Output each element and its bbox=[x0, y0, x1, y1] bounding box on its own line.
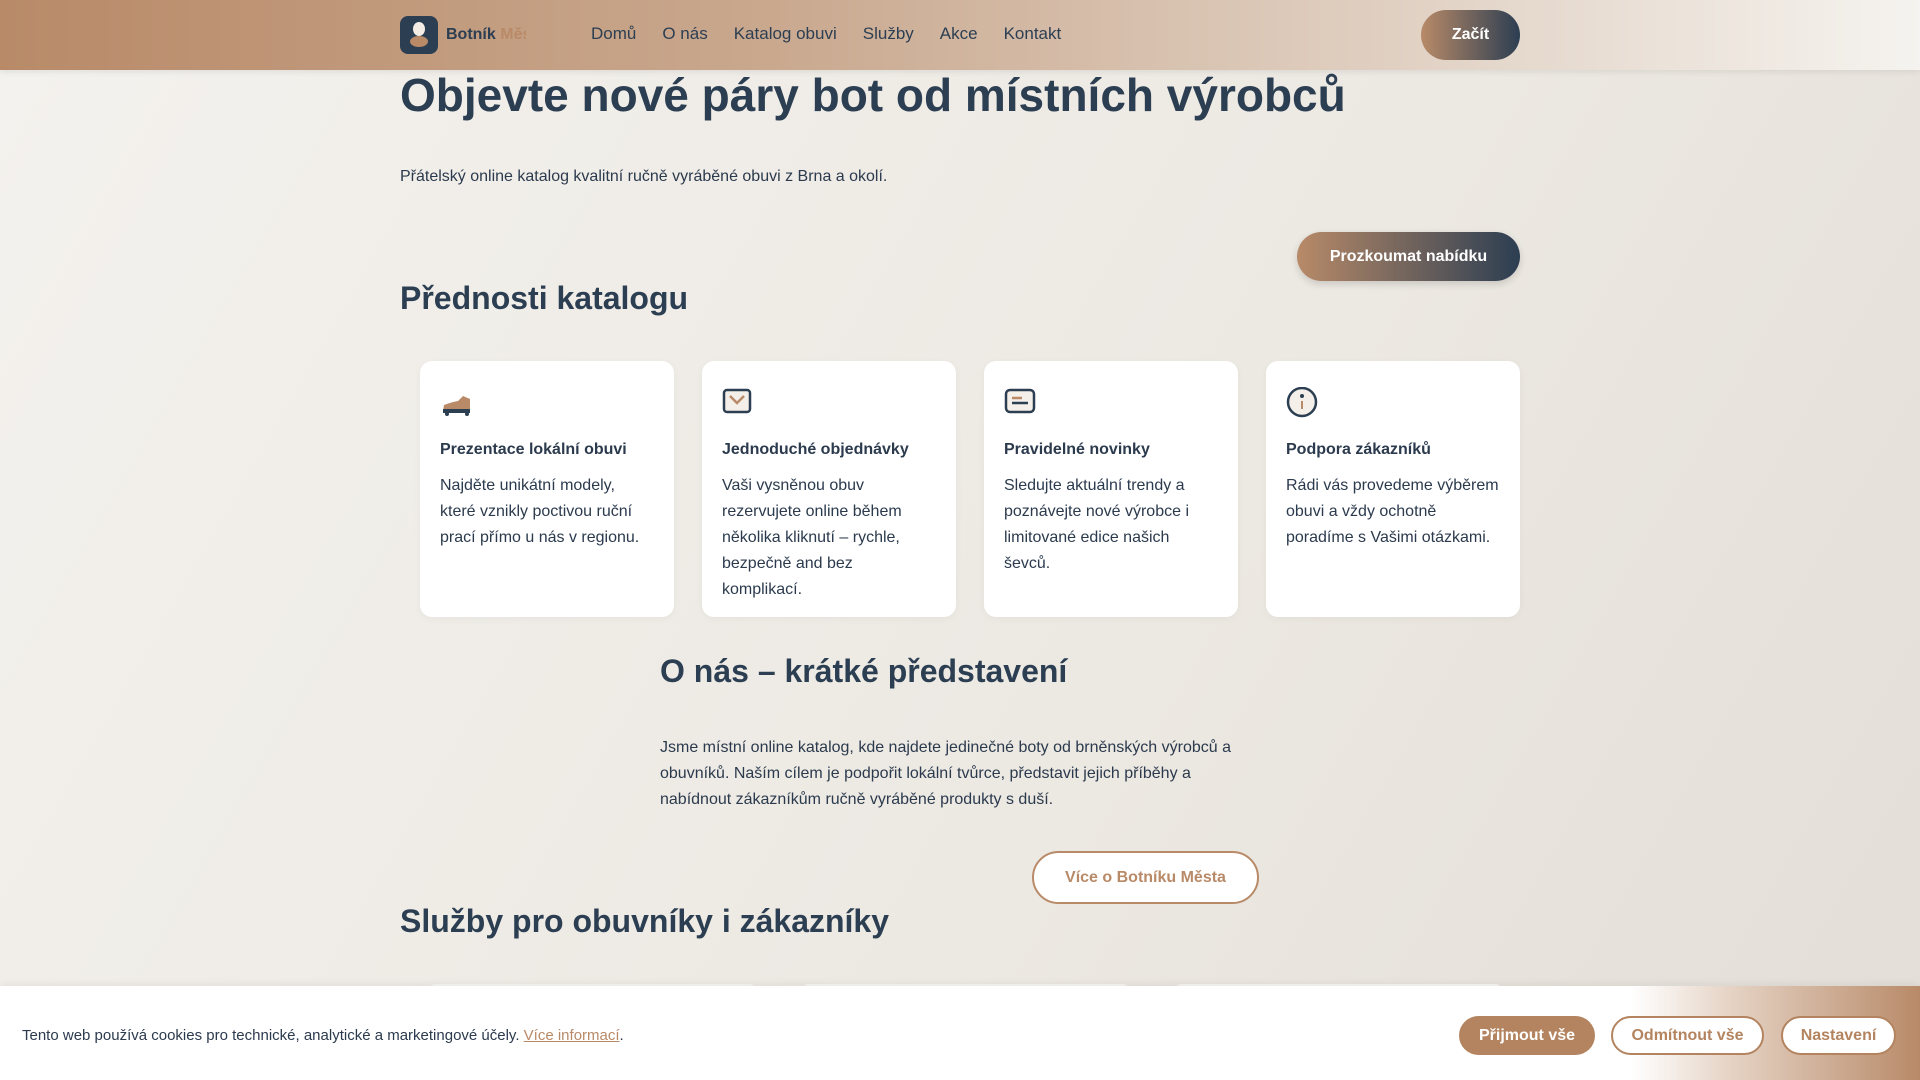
nav-catalog[interactable]: Katalog obuvi bbox=[734, 24, 837, 44]
mail-icon bbox=[722, 387, 936, 417]
cookie-text: Tento web používá cookies pro technické,… bbox=[22, 1027, 520, 1044]
cookie-more-link[interactable]: Více informací bbox=[524, 1027, 620, 1044]
about-title: O nás – krátké představení bbox=[660, 653, 1068, 689]
main-nav: Domů O nás Katalog obuvi Služby Akce Kon… bbox=[591, 24, 1061, 44]
feature-card: Podpora zákazníků Rádi vás provedeme výb… bbox=[1266, 361, 1520, 617]
brand-accent: Města bbox=[500, 26, 526, 43]
cookie-settings-button[interactable]: Nastavení bbox=[1781, 1016, 1896, 1055]
logo-icon bbox=[400, 16, 438, 54]
nav-contact[interactable]: Kontakt bbox=[1004, 24, 1062, 44]
news-icon bbox=[1004, 387, 1218, 417]
feature-text: Rádi vás provedeme výběrem obuvi a vždy … bbox=[1286, 477, 1499, 546]
nav-about[interactable]: O nás bbox=[662, 24, 707, 44]
explore-button[interactable]: Prozkoumat nabídku bbox=[1297, 232, 1520, 281]
cookie-banner: Tento web používá cookies pro technické,… bbox=[0, 986, 1920, 1080]
feature-card: Jednoduché objednávky Vaši vysněnou obuv… bbox=[702, 361, 956, 617]
reject-all-button[interactable]: Odmítnout vše bbox=[1611, 1016, 1764, 1055]
shoe-icon bbox=[440, 387, 654, 417]
start-button[interactable]: Začít bbox=[1421, 10, 1520, 60]
logo[interactable]: Botník Města bbox=[400, 16, 526, 54]
nav-home[interactable]: Domů bbox=[591, 24, 636, 44]
accept-all-button[interactable]: Přijmout vše bbox=[1459, 1016, 1595, 1055]
feature-text: Vaši vysněnou obuv rezervujete online bě… bbox=[722, 477, 902, 598]
about-text: Jsme místní online katalog, kde najdete … bbox=[660, 739, 1231, 808]
features-list: Prezentace lokální obuvi Najděte unikátn… bbox=[420, 361, 1520, 617]
brand-name: Botník bbox=[446, 26, 496, 43]
info-icon bbox=[1286, 386, 1500, 418]
feature-card: Pravidelné novinky Sledujte aktuální tre… bbox=[984, 361, 1238, 617]
feature-title: Prezentace lokální obuvi bbox=[440, 441, 627, 458]
features-title: Přednosti katalogu bbox=[400, 280, 689, 316]
feature-title: Jednoduché objednávky bbox=[722, 441, 909, 458]
services-title: Služby pro obuvníky i zákazníky bbox=[400, 903, 890, 939]
feature-text: Sledujte aktuální trendy a poznávejte no… bbox=[1004, 477, 1189, 572]
site-header: Botník Města Domů O nás Katalog obuvi Sl… bbox=[0, 0, 1920, 70]
feature-title: Podpora zákazníků bbox=[1286, 441, 1431, 458]
nav-services[interactable]: Služby bbox=[863, 24, 914, 44]
about-more-button[interactable]: Více o Botníku Města bbox=[1032, 851, 1259, 904]
feature-title: Pravidelné novinky bbox=[1004, 441, 1150, 458]
hero-subtitle: Přátelský online katalog kvalitní ručně … bbox=[400, 168, 888, 185]
feature-card: Prezentace lokální obuvi Najděte unikátn… bbox=[420, 361, 674, 617]
feature-text: Najděte unikátní modely, které vznikly p… bbox=[440, 477, 640, 546]
nav-offers[interactable]: Akce bbox=[940, 24, 978, 44]
hero-title: Objevte nové páry bot od místních výrobc… bbox=[400, 69, 1346, 121]
